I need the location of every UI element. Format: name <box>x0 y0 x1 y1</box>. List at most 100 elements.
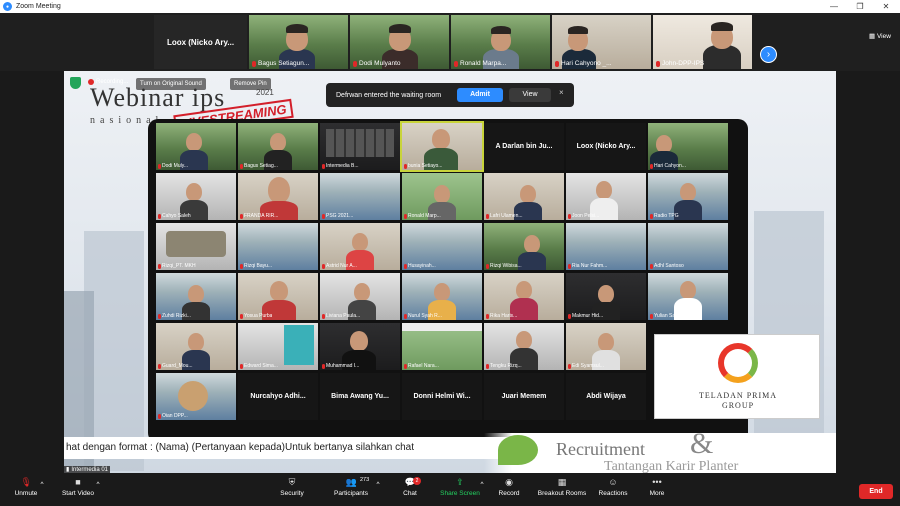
breakout-rooms-button[interactable]: ▦ Breakout Rooms <box>535 477 589 497</box>
next-page-button[interactable]: › <box>760 46 777 63</box>
gallery-tile-active-speaker[interactable]: bunia Setiayo... <box>400 121 484 172</box>
window-title: Zoom Meeting <box>16 3 61 10</box>
recruitment-ampersand: & <box>690 427 714 460</box>
more-button[interactable]: ••• More <box>645 477 669 497</box>
gallery-tile[interactable]: Juari Memem <box>484 373 564 420</box>
zoom-window: ● Zoom Meeting — ❐ ✕ Loox (Nicko Ary... … <box>0 0 900 506</box>
security-label: Security <box>280 490 304 497</box>
video-options-chevron-icon[interactable]: ^ <box>94 481 102 488</box>
gallery-tile[interactable]: Liviana Paula... <box>320 273 400 320</box>
gallery-tile[interactable]: Yosua Purba <box>238 273 318 320</box>
gallery-tile[interactable]: Joon Pelsi... <box>566 173 646 220</box>
gallery-tile[interactable]: Zuhdi Rizki... <box>156 273 236 320</box>
gallery-tile[interactable]: Rika Haris... <box>484 273 564 320</box>
audio-options-chevron-icon[interactable]: ^ <box>38 481 46 488</box>
strip-tile[interactable]: Hari Cahyono _... <box>552 15 651 69</box>
more-dots-icon: ••• <box>652 477 662 487</box>
close-notification-icon[interactable]: × <box>559 88 564 97</box>
share-screen-label: Share Screen <box>440 490 480 497</box>
gallery-tile[interactable]: Oian DPP... <box>156 373 236 420</box>
gallery-tile[interactable]: Rizqi Wibisa... <box>484 223 564 270</box>
gallery-tile[interactable]: Radio TPG <box>648 173 728 220</box>
gallery-tile[interactable]: Rafael Nara... <box>402 323 482 370</box>
tpg-logo-text: TELADAN PRIMA GROUP <box>698 391 778 410</box>
gallery-tile[interactable]: Astrid Nur A... <box>320 223 400 270</box>
security-shield-icon[interactable] <box>70 77 81 89</box>
gallery-tile[interactable]: A Darlan bin Ju... <box>484 123 564 170</box>
gallery-tile[interactable]: Edward Sima... <box>238 323 318 370</box>
gallery-tile[interactable]: Edi Syamsul... <box>566 323 646 370</box>
webinar-title: Webinar ips <box>90 83 226 112</box>
chat-button[interactable]: 💬 2 Chat <box>399 477 421 497</box>
participants-label: Participants <box>334 490 368 497</box>
chat-label: Chat <box>403 490 417 497</box>
strip-tile-name: Bagus Setiagun... <box>252 60 309 67</box>
participants-button[interactable]: 👥 273 Participants <box>330 477 372 497</box>
reactions-label: Reactions <box>598 490 628 497</box>
gallery-tile[interactable]: Bima Awang Yu... <box>320 373 400 420</box>
gallery-tile[interactable]: PSG 2021... <box>320 173 400 220</box>
record-button[interactable]: ◉ Record <box>496 477 522 497</box>
start-video-button[interactable]: ■ Start Video <box>58 477 98 497</box>
participant-hair <box>568 26 588 34</box>
title-bar: ● Zoom Meeting — ❐ ✕ <box>0 0 900 13</box>
strip-tile[interactable]: Ronald Marpa... <box>451 15 550 69</box>
active-speaker-name: Intermedia 01 <box>71 466 109 473</box>
start-video-label: Start Video <box>61 490 95 497</box>
minimize-icon[interactable]: — <box>821 0 847 13</box>
gallery-tile[interactable]: Donni Helmi Wi... <box>402 373 482 420</box>
gallery-tile[interactable]: Lafri Ulamen... <box>484 173 564 220</box>
strip-tile[interactable]: Bagus Setiagun... <box>249 15 348 69</box>
gallery-tile[interactable]: Ronald Marp... <box>402 173 482 220</box>
close-icon[interactable]: ✕ <box>873 0 899 13</box>
maximize-icon[interactable]: ❐ <box>847 0 873 13</box>
active-speaker-label: ▮ Intermedia 01 <box>64 466 111 473</box>
gallery-tile[interactable]: FRANDA RIR... <box>238 173 318 220</box>
strip-name-tile[interactable]: Loox (Nicko Ary... <box>154 15 247 69</box>
gallery-tile[interactable]: Intermedia B... <box>320 123 400 170</box>
gallery-tile[interactable]: Hari Cahyon... <box>648 123 728 170</box>
security-button[interactable]: ⛨ Security <box>275 477 309 497</box>
gallery-tile[interactable]: Makmur Hid... <box>566 273 646 320</box>
end-meeting-button[interactable]: End <box>859 484 893 499</box>
view-grid-icon: ▦ <box>869 33 876 40</box>
breakout-label: Breakout Rooms <box>537 490 587 497</box>
strip-tile[interactable]: Dodi Mulyanto <box>350 15 449 69</box>
smiley-icon: ☺ <box>608 477 618 487</box>
breakout-rooms-icon: ▦ <box>557 477 567 487</box>
view-waiting-button[interactable]: View <box>509 88 551 102</box>
admit-button[interactable]: Admit <box>457 88 503 102</box>
strip-tile[interactable]: John-DPP-IPS <box>653 15 752 69</box>
gallery-tile[interactable]: Muhammad I... <box>320 323 400 370</box>
gallery-tile[interactable]: Nurcahyo Adhi... <box>238 373 318 420</box>
gallery-tile[interactable]: Ria Nur Fahm... <box>566 223 646 270</box>
gallery-tile[interactable]: Guard_Mou... <box>156 323 236 370</box>
gallery-tile[interactable]: Bagus Setiag... <box>238 123 318 170</box>
gallery-tile[interactable]: Dodi Muly... <box>156 123 236 170</box>
share-screen-icon: ⇪ <box>456 477 464 487</box>
participants-icon: 👥 <box>345 477 357 487</box>
participants-count: 273 <box>360 477 370 483</box>
gallery-tile[interactable]: Cahyo Saleh <box>156 173 236 220</box>
video-strip: Loox (Nicko Ary... Bagus Setiagun... Dod… <box>0 13 900 71</box>
reactions-button[interactable]: ☺ Reactions <box>596 477 630 497</box>
participants-chevron-icon[interactable]: ^ <box>374 481 382 488</box>
strip-name-label: Loox (Nicko Ary... <box>166 37 235 47</box>
signal-bars-icon: ▮ <box>66 467 70 473</box>
gallery-tile[interactable]: Rizqi_PT. MKH <box>156 223 236 270</box>
share-screen-button[interactable]: ⇪ Share Screen <box>438 477 482 497</box>
gallery-tile[interactable]: Tengku Rizq... <box>484 323 564 370</box>
gallery-tile[interactable]: Abdi Wijaya <box>566 373 646 420</box>
gallery-tile[interactable]: Adhl Santoso <box>648 223 728 270</box>
gallery-tile[interactable]: Husayinah... <box>402 223 482 270</box>
gallery-tile[interactable]: Loox (Nicko Ary... <box>566 123 646 170</box>
mic-muted-icon <box>555 60 559 67</box>
gallery-tile[interactable]: Rizqi Bayu... <box>238 223 318 270</box>
gallery-tile[interactable]: Nurul Syah R... <box>402 273 482 320</box>
mic-muted-icon <box>454 60 458 67</box>
unmute-label: Unmute <box>14 490 38 497</box>
view-button[interactable]: ▦ View <box>869 32 891 40</box>
record-label: Record <box>498 490 520 497</box>
share-options-chevron-icon[interactable]: ^ <box>478 481 486 488</box>
gallery-tile[interactable]: Yulian Sasmi... <box>648 273 728 320</box>
